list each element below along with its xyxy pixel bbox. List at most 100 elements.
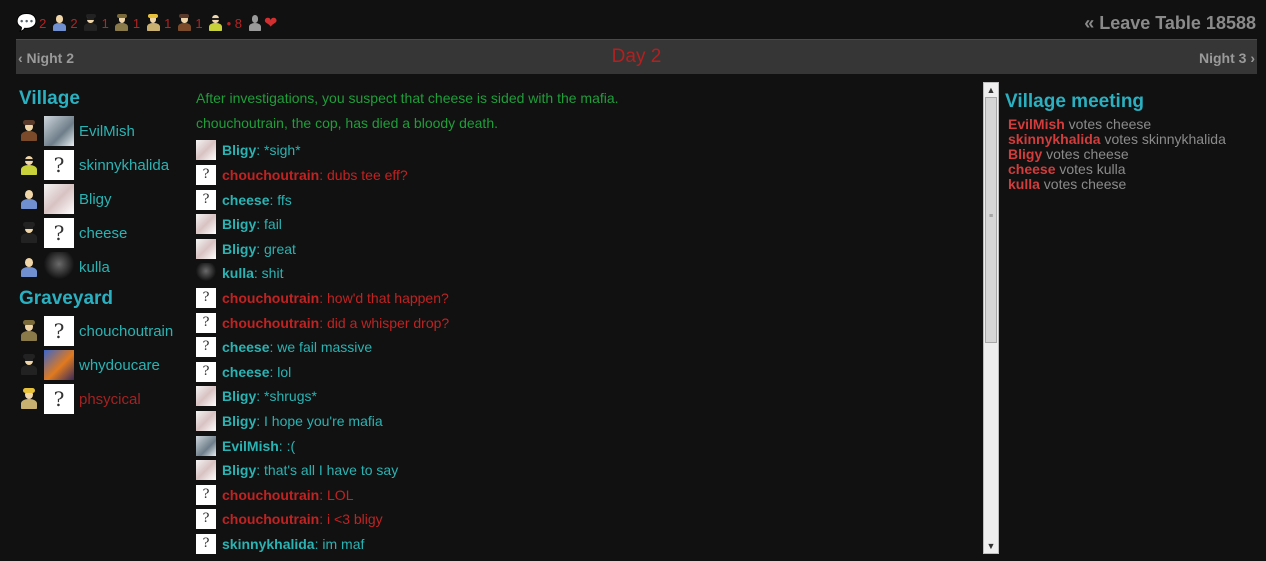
message-text: : great: [256, 240, 296, 257]
message-author[interactable]: Bligy: [222, 388, 256, 404]
graveyard-title: Graveyard: [19, 288, 114, 309]
avatar[interactable]: ?: [44, 150, 74, 180]
voter-name[interactable]: kulla: [1008, 176, 1040, 192]
voter-name[interactable]: Bligy: [1008, 146, 1042, 162]
message-author[interactable]: chouchoutrain: [222, 290, 319, 306]
avatar[interactable]: [44, 116, 74, 146]
message-author[interactable]: cheese: [222, 339, 269, 355]
player-row[interactable]: ? skinnykhalida: [18, 148, 188, 182]
scroll-thumb[interactable]: ≡: [985, 97, 997, 343]
hunter-icon: [18, 120, 40, 142]
message-author[interactable]: Bligy: [222, 413, 256, 429]
vote-target: votes skinnykhalida: [1100, 131, 1226, 147]
avatar[interactable]: ?: [196, 361, 216, 382]
player-row[interactable]: whydoucare: [18, 348, 188, 382]
voter-name[interactable]: skinnykhalida: [1008, 131, 1101, 147]
chat-message: ? cheese: we fail massive: [196, 335, 976, 360]
avatar[interactable]: [196, 460, 216, 481]
mafia-icon: [18, 222, 40, 244]
message-author[interactable]: kulla: [222, 265, 254, 281]
player-name[interactable]: Bligy: [79, 191, 112, 208]
player-name[interactable]: EvilMish: [79, 123, 135, 140]
role-count-king: 1: [144, 14, 171, 32]
next-night-link[interactable]: Night 3 ›: [1199, 50, 1255, 66]
chat-message: ? cheese: lol: [196, 360, 976, 385]
message-text: : did a whisper drop?: [319, 314, 450, 331]
message-author[interactable]: Bligy: [222, 462, 256, 478]
avatar[interactable]: ?: [44, 218, 74, 248]
player-name[interactable]: cheese: [79, 225, 127, 242]
message-author[interactable]: Bligy: [222, 241, 256, 257]
scroll-up-arrow-icon[interactable]: ▲: [984, 83, 998, 97]
player-name[interactable]: whydoucare: [79, 357, 160, 374]
message-text: : LOL: [319, 486, 354, 503]
message-author[interactable]: chouchoutrain: [222, 487, 319, 503]
chat-message: EvilMish: :(: [196, 433, 976, 458]
avatar[interactable]: ?: [196, 288, 216, 309]
avatar[interactable]: ?: [44, 384, 74, 414]
avatar[interactable]: [196, 140, 216, 161]
avatar[interactable]: [196, 386, 216, 407]
avatar[interactable]: [44, 252, 74, 282]
chat-message: ? chouchoutrain: how'd that happen?: [196, 286, 976, 311]
leave-table-link[interactable]: « Leave Table 18588: [1084, 13, 1256, 34]
player-name[interactable]: chouchoutrain: [79, 323, 173, 340]
avatar[interactable]: [196, 238, 216, 259]
message-author[interactable]: EvilMish: [222, 438, 279, 454]
avatar[interactable]: ?: [196, 189, 216, 210]
scroll-down-arrow-icon[interactable]: ▼: [984, 539, 998, 553]
message-author[interactable]: chouchoutrain: [222, 167, 319, 183]
message-author[interactable]: Bligy: [222, 216, 256, 232]
chat-scrollbar[interactable]: ▲ ≡ ▼: [983, 82, 999, 554]
count: 1: [132, 15, 141, 31]
avatar[interactable]: [196, 411, 216, 432]
avatar[interactable]: ?: [196, 165, 216, 186]
chat-log: After investigations, you suspect that c…: [196, 89, 976, 556]
avatar[interactable]: ?: [196, 312, 216, 333]
avatar[interactable]: ?: [196, 484, 216, 505]
player-row[interactable]: Bligy: [18, 182, 188, 216]
role-count-unknown: ❤: [246, 13, 277, 33]
player-row[interactable]: ? cheese: [18, 216, 188, 250]
player-name[interactable]: kulla: [79, 259, 110, 276]
chat-message: ? skinnykhalida: im maf: [196, 532, 976, 557]
chat-message: Bligy: *shrugs*: [196, 384, 976, 409]
voter-name[interactable]: EvilMish: [1008, 116, 1065, 132]
avatar[interactable]: ?: [196, 337, 216, 358]
role-count-hunter: 1: [175, 14, 203, 32]
role-count-player: • 8: [207, 14, 242, 32]
vote-target: votes cheese: [1042, 146, 1129, 162]
message-author[interactable]: chouchoutrain: [222, 315, 319, 331]
avatar[interactable]: ?: [196, 509, 216, 530]
voter-name[interactable]: cheese: [1008, 161, 1055, 177]
chat-message: Bligy: *sigh*: [196, 138, 976, 163]
count: 1: [101, 15, 109, 31]
message-author[interactable]: skinnykhalida: [222, 536, 315, 552]
player-row[interactable]: EvilMish: [18, 114, 188, 148]
player-row[interactable]: kulla: [18, 250, 188, 284]
message-author[interactable]: Bligy: [222, 142, 256, 158]
avatar[interactable]: ?: [196, 533, 216, 554]
message-author[interactable]: cheese: [222, 192, 269, 208]
chat-message: Bligy: that's all I have to say: [196, 458, 976, 483]
player-row[interactable]: ? chouchoutrain: [18, 314, 188, 348]
chat-message: ? cheese: ffs: [196, 187, 976, 212]
chat-message: kulla: shit: [196, 261, 976, 286]
avatar[interactable]: [44, 350, 74, 380]
system-message: After investigations, you suspect that c…: [196, 90, 619, 106]
avatar[interactable]: [196, 435, 216, 456]
avatar[interactable]: ?: [44, 316, 74, 346]
avatar[interactable]: [44, 184, 74, 214]
count: 2: [39, 15, 47, 31]
avatar[interactable]: [196, 263, 216, 284]
hunter-icon: [175, 14, 193, 32]
player-name[interactable]: phsycical: [79, 391, 141, 408]
role-count-mafia: 1: [82, 14, 109, 32]
message-author[interactable]: cheese: [222, 364, 269, 380]
player-row[interactable]: ? phsycical: [18, 382, 188, 416]
player-name[interactable]: skinnykhalida: [79, 157, 169, 174]
avatar[interactable]: [196, 214, 216, 235]
chat-message: Bligy: fail: [196, 212, 976, 237]
message-author[interactable]: chouchoutrain: [222, 511, 319, 527]
village-meeting-panel: Village meeting EvilMish votes cheese sk…: [1005, 91, 1260, 192]
